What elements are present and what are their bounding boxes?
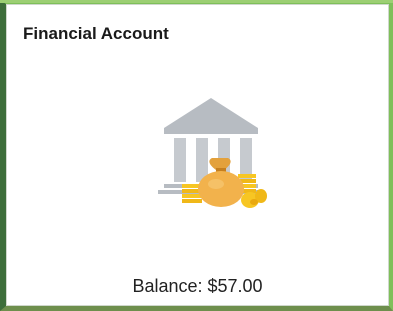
tile-title: Financial Account [23, 24, 169, 43]
bank-with-money-bag-icon [146, 92, 276, 217]
balance-text: Balance: $57.00 [132, 276, 263, 296]
financial-account-tile[interactable]: Financial Account Balance: $57.00 [0, 0, 393, 311]
